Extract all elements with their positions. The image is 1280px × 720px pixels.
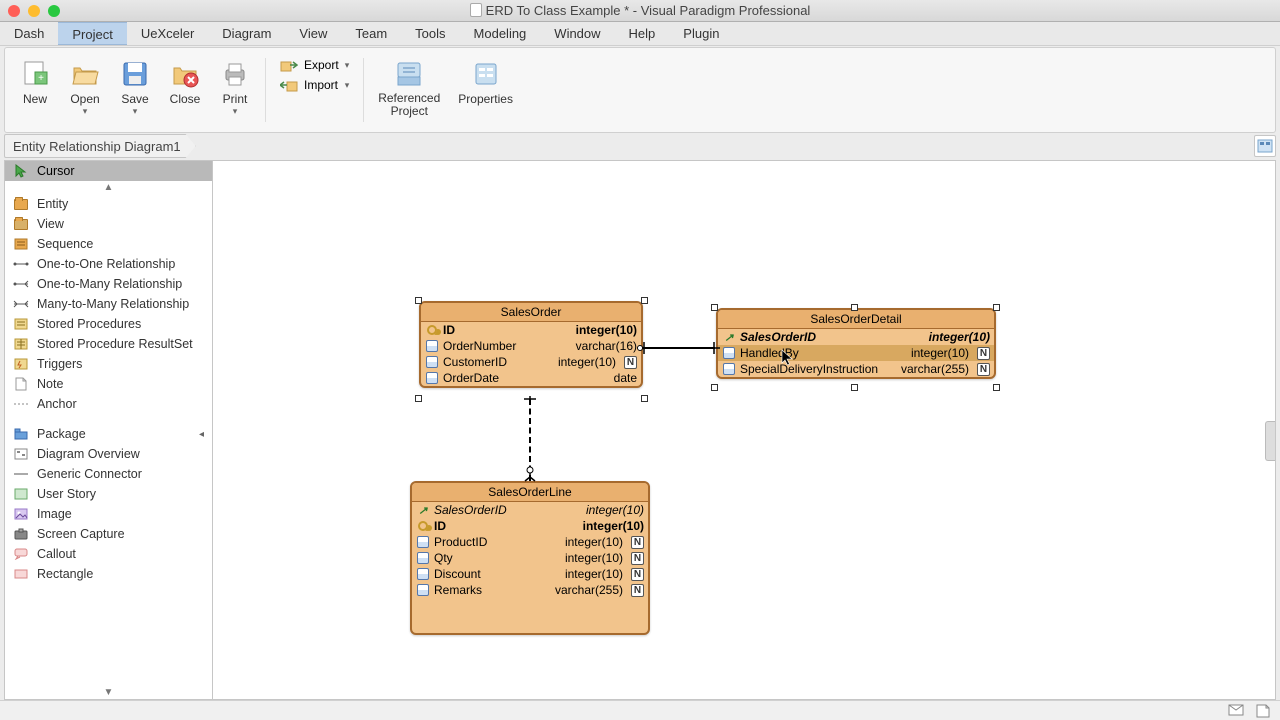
palette-package[interactable]: Package◂	[5, 424, 212, 444]
palette-scroll-down[interactable]: ▼	[5, 686, 212, 699]
column-icon	[416, 551, 430, 565]
palette-screen-capture[interactable]: Screen Capture	[5, 524, 212, 544]
menu-view[interactable]: View	[285, 22, 341, 45]
diagram-switcher-button[interactable]	[1254, 135, 1276, 157]
menu-window[interactable]: Window	[540, 22, 614, 45]
title-bar: ERD To Class Example * - Visual Paradigm…	[0, 0, 1280, 22]
menu-modeling[interactable]: Modeling	[460, 22, 541, 45]
palette-entity[interactable]: Entity	[5, 194, 212, 214]
nullable-badge: N	[977, 347, 990, 360]
menu-uexceler[interactable]: UeXceler	[127, 22, 208, 45]
properties-button[interactable]: Properties	[450, 52, 521, 108]
window-title: ERD To Class Example * - Visual Paradigm…	[0, 3, 1280, 18]
new-button[interactable]: +New	[11, 52, 59, 108]
right-panel-handle[interactable]	[1265, 421, 1275, 461]
key-icon	[425, 323, 439, 337]
column-icon	[416, 583, 430, 597]
nullable-badge: N	[624, 356, 637, 369]
import-button[interactable]: Import▾	[276, 76, 353, 94]
palette-view[interactable]: View	[5, 214, 212, 234]
column-icon	[722, 362, 736, 376]
entity-salesorderline[interactable]: SalesOrderLine SalesOrderIDinteger(10) I…	[410, 481, 650, 635]
foreign-key-icon	[416, 503, 430, 517]
menu-dash[interactable]: Dash	[0, 22, 58, 45]
menu-plugin[interactable]: Plugin	[669, 22, 733, 45]
palette-many-to-many[interactable]: Many-to-Many Relationship	[5, 294, 212, 314]
menu-project[interactable]: Project	[58, 22, 126, 45]
save-button[interactable]: Save▾	[111, 52, 159, 119]
diagram-canvas[interactable]: SalesOrder IDinteger(10) OrderNumbervarc…	[212, 160, 1276, 700]
palette-rectangle[interactable]: Rectangle	[5, 564, 212, 584]
menu-diagram[interactable]: Diagram	[208, 22, 285, 45]
nullable-badge: N	[631, 552, 644, 565]
palette-sequence[interactable]: Sequence	[5, 234, 212, 254]
column-icon	[416, 535, 430, 549]
menu-team[interactable]: Team	[341, 22, 401, 45]
menu-tools[interactable]: Tools	[401, 22, 459, 45]
palette-image[interactable]: Image	[5, 504, 212, 524]
palette-triggers[interactable]: Triggers	[5, 354, 212, 374]
close-button[interactable]: Close	[161, 52, 209, 108]
column-icon	[425, 339, 439, 353]
export-button[interactable]: Export▾	[276, 56, 353, 74]
entity-salesorder[interactable]: SalesOrder IDinteger(10) OrderNumbervarc…	[419, 301, 643, 388]
nullable-badge: N	[631, 536, 644, 549]
entity-salesorderdetail[interactable]: SalesOrderDetail SalesOrderIDinteger(10)…	[716, 308, 996, 379]
nullable-badge: N	[631, 584, 644, 597]
palette-generic-connector[interactable]: Generic Connector	[5, 464, 212, 484]
note-icon[interactable]	[1256, 704, 1272, 718]
palette-one-to-many[interactable]: One-to-Many Relationship	[5, 274, 212, 294]
breadcrumb[interactable]: Entity Relationship Diagram1	[4, 134, 196, 158]
menu-bar: Dash Project UeXceler Diagram View Team …	[0, 22, 1280, 46]
document-icon	[470, 3, 482, 17]
nullable-badge: N	[631, 568, 644, 581]
menu-help[interactable]: Help	[615, 22, 670, 45]
palette-callout[interactable]: Callout	[5, 544, 212, 564]
message-icon[interactable]	[1228, 704, 1244, 718]
print-button[interactable]: Print▾	[211, 52, 259, 119]
ribbon-toolbar: +New Open▾ Save▾ Close Print▾ Export▾ Im…	[4, 47, 1276, 133]
referenced-project-button[interactable]: ReferencedProject	[370, 52, 448, 120]
relationship-line[interactable]	[643, 347, 715, 349]
palette-note[interactable]: Note	[5, 374, 212, 394]
entity-header: SalesOrderLine	[412, 483, 648, 502]
palette-collapse-up[interactable]: ▲	[5, 181, 212, 194]
palette-user-story[interactable]: User Story	[5, 484, 212, 504]
palette-stored-procedure-resultset[interactable]: Stored Procedure ResultSet	[5, 334, 212, 354]
status-bar	[0, 700, 1280, 720]
nullable-badge: N	[977, 363, 990, 376]
column-icon	[425, 355, 439, 369]
column-icon	[416, 567, 430, 581]
column-icon	[425, 371, 439, 385]
column-icon	[722, 346, 736, 360]
entity-header: SalesOrderDetail	[718, 310, 994, 329]
key-icon	[416, 519, 430, 533]
palette-one-to-one[interactable]: One-to-One Relationship	[5, 254, 212, 274]
svg-text:+: +	[38, 73, 44, 84]
palette-cursor[interactable]: Cursor	[5, 161, 212, 181]
open-button[interactable]: Open▾	[61, 52, 109, 119]
palette-anchor[interactable]: Anchor	[5, 394, 212, 414]
foreign-key-icon	[722, 330, 736, 344]
shape-palette: Cursor ▲ Entity View Sequence One-to-One…	[4, 160, 212, 700]
entity-header: SalesOrder	[421, 303, 641, 322]
palette-diagram-overview[interactable]: Diagram Overview	[5, 444, 212, 464]
palette-stored-procedures[interactable]: Stored Procedures	[5, 314, 212, 334]
